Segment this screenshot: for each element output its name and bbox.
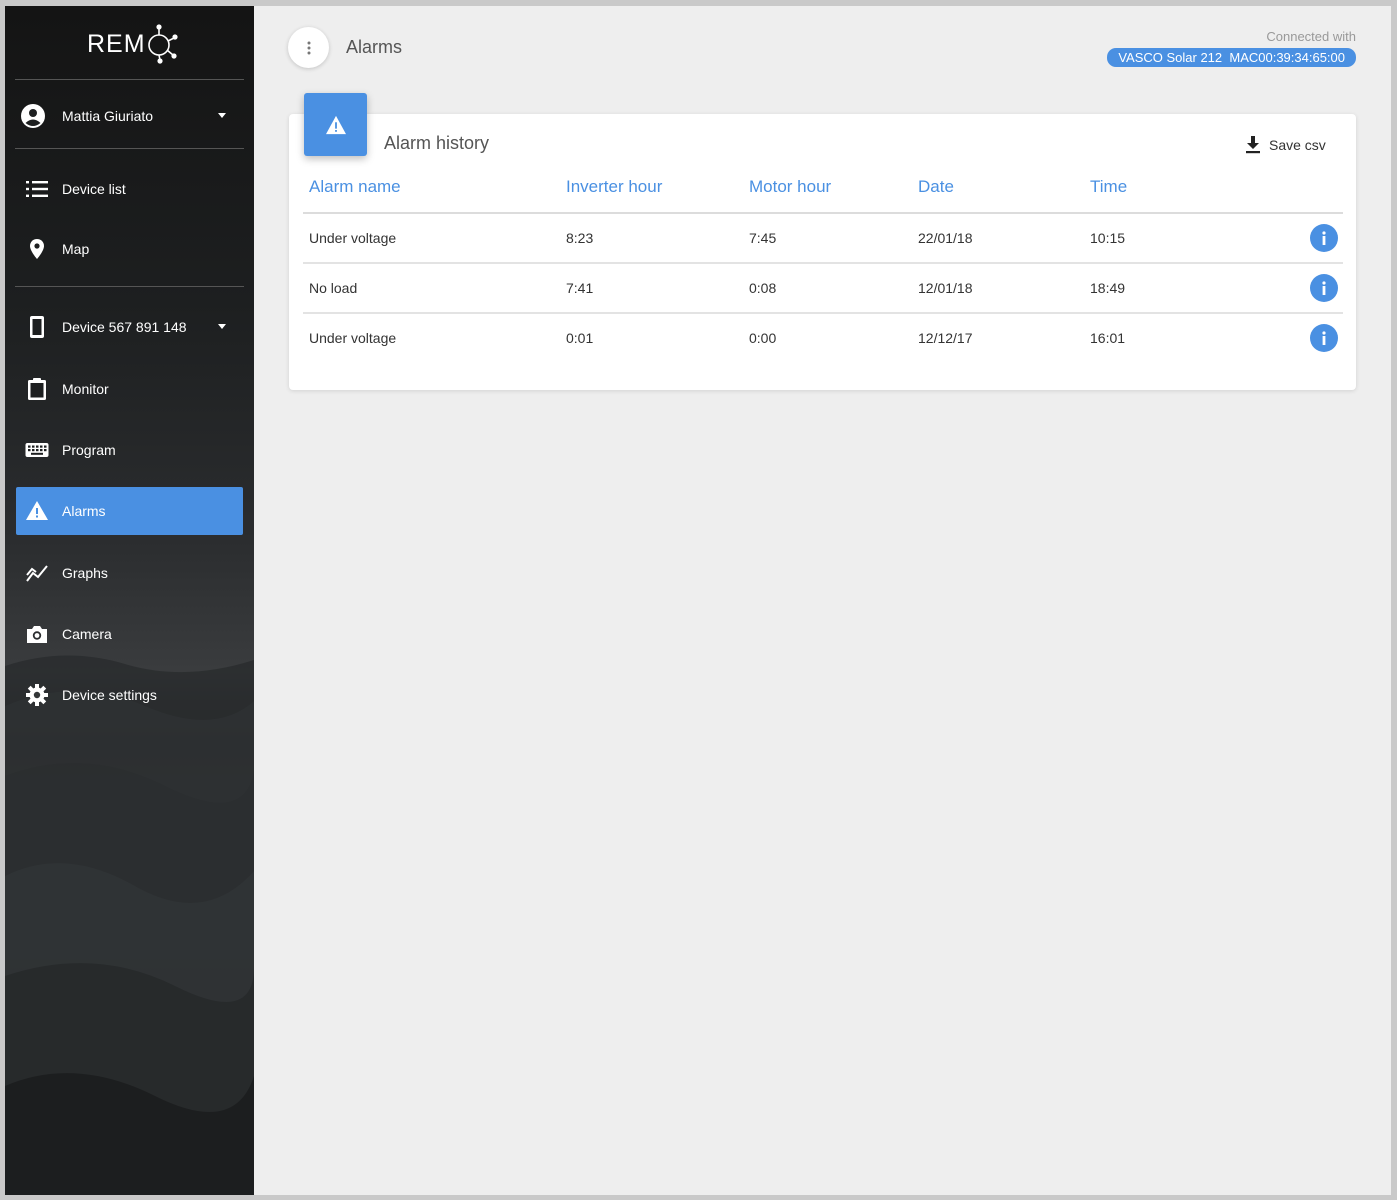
sidebar-item-program[interactable]: Program <box>16 426 243 474</box>
card-title: Alarm history <box>384 133 490 153</box>
sidebar-item-label: Alarms <box>62 503 106 519</box>
table-row: No load 7:41 0:08 12/01/18 18:49 <box>303 262 1343 312</box>
sidebar-divider <box>15 148 244 149</box>
user-name: Mattia Giuriato <box>62 108 154 124</box>
info-icon <box>1322 331 1326 345</box>
cell-motor-hour: 0:08 <box>749 280 777 296</box>
sidebar-item-monitor[interactable]: Monitor <box>16 365 243 413</box>
sidebar-item-device-list[interactable]: Device list <box>16 165 243 213</box>
page-title: Alarms <box>346 37 403 57</box>
sidebar-item-device-settings[interactable]: Device settings <box>16 671 243 719</box>
column-header-date[interactable]: Date <box>918 177 954 197</box>
keyboard-icon <box>25 443 49 457</box>
sidebar-item-camera[interactable]: Camera <box>16 610 243 658</box>
save-csv-label: Save csv <box>1269 137 1326 153</box>
warning-icon <box>325 115 346 134</box>
info-icon <box>1322 281 1326 295</box>
sidebar-item-label: Camera <box>62 626 112 642</box>
alarm-card-badge <box>304 93 367 156</box>
sidebar-item-label: Monitor <box>62 381 109 397</box>
connected-device-name: VASCO Solar 212 MAC00:39:34:65:00 <box>1118 50 1345 65</box>
cell-motor-hour: 7:45 <box>749 230 777 246</box>
table-row: Under voltage 8:23 7:45 22/01/18 10:15 <box>303 212 1343 262</box>
info-icon <box>1322 231 1326 245</box>
alarm-table-body: Under voltage 8:23 7:45 22/01/18 10:15 N… <box>303 212 1343 362</box>
user-menu[interactable]: Mattia Giuriato <box>16 92 243 140</box>
sidebar: REM Mattia Giuriato Device list Map Devi… <box>5 6 254 1195</box>
sidebar-background-waves <box>5 655 254 1195</box>
alarm-history-card: Alarm history Save csv Alarm name Invert… <box>289 114 1356 390</box>
cell-inverter-hour: 0:01 <box>566 330 594 346</box>
sidebar-item-label: Device settings <box>62 687 157 703</box>
sidebar-item-alarms[interactable]: Alarms <box>16 487 243 535</box>
cell-date: 22/01/18 <box>918 230 973 246</box>
camera-icon <box>27 626 47 643</box>
sidebar-item-label: Program <box>62 442 116 458</box>
sidebar-item-map[interactable]: Map <box>16 225 243 273</box>
save-csv-button[interactable]: Save csv <box>1245 134 1326 156</box>
chevron-down-icon <box>218 113 226 118</box>
sidebar-item-graphs[interactable]: Graphs <box>16 549 243 597</box>
clipboard-icon <box>28 378 46 400</box>
download-icon <box>1246 136 1260 154</box>
info-button[interactable] <box>1310 274 1338 302</box>
logo-text: REM <box>87 29 146 58</box>
cell-alarm-name: No load <box>309 280 358 296</box>
cell-date: 12/01/18 <box>918 280 973 296</box>
more-vertical-icon <box>307 41 310 54</box>
sidebar-divider <box>15 79 244 80</box>
device-selector[interactable]: Device 567 891 148 <box>16 303 243 351</box>
gear-icon <box>26 684 48 706</box>
sidebar-item-label: Device list <box>62 181 126 197</box>
cell-time: 18:49 <box>1090 280 1126 296</box>
column-header-motor-hour[interactable]: Motor hour <box>749 177 831 197</box>
more-options-button[interactable] <box>288 27 329 68</box>
sidebar-divider <box>15 286 244 287</box>
info-button[interactable] <box>1310 224 1338 252</box>
connected-device-badge: VASCO Solar 212 MAC00:39:34:65:00 <box>1107 48 1356 67</box>
table-header: Alarm name Inverter hour Motor hour Date… <box>303 172 1343 212</box>
warning-icon <box>26 501 48 520</box>
cell-motor-hour: 0:00 <box>749 330 777 346</box>
cell-time: 16:01 <box>1090 330 1126 346</box>
app-logo[interactable]: REM <box>87 22 178 66</box>
chart-line-icon <box>26 565 48 582</box>
cell-alarm-name: Under voltage <box>309 330 397 346</box>
list-icon <box>26 181 48 197</box>
cell-alarm-name: Under voltage <box>309 230 397 246</box>
connection-label: Connected with <box>1266 29 1356 44</box>
column-header-inverter-hour[interactable]: Inverter hour <box>566 177 662 197</box>
cell-date: 12/12/17 <box>918 330 973 346</box>
column-header-time[interactable]: Time <box>1090 177 1127 197</box>
sidebar-item-label: Graphs <box>62 565 108 581</box>
account-circle-icon <box>21 104 45 128</box>
phone-device-icon <box>30 316 44 338</box>
column-header-alarm-name[interactable]: Alarm name <box>309 177 401 197</box>
app-window: REM Mattia Giuriato Device list Map Devi… <box>5 6 1391 1195</box>
chevron-down-icon <box>218 324 226 329</box>
sidebar-item-label: Map <box>62 241 90 257</box>
cell-inverter-hour: 8:23 <box>566 230 594 246</box>
info-button[interactable] <box>1310 324 1338 352</box>
device-name: Device 567 891 148 <box>62 319 187 335</box>
logo-network-icon <box>147 24 178 64</box>
table-row: Under voltage 0:01 0:00 12/12/17 16:01 <box>303 312 1343 362</box>
cell-inverter-hour: 7:41 <box>566 280 594 296</box>
map-pin-icon <box>30 239 44 259</box>
cell-time: 10:15 <box>1090 230 1126 246</box>
